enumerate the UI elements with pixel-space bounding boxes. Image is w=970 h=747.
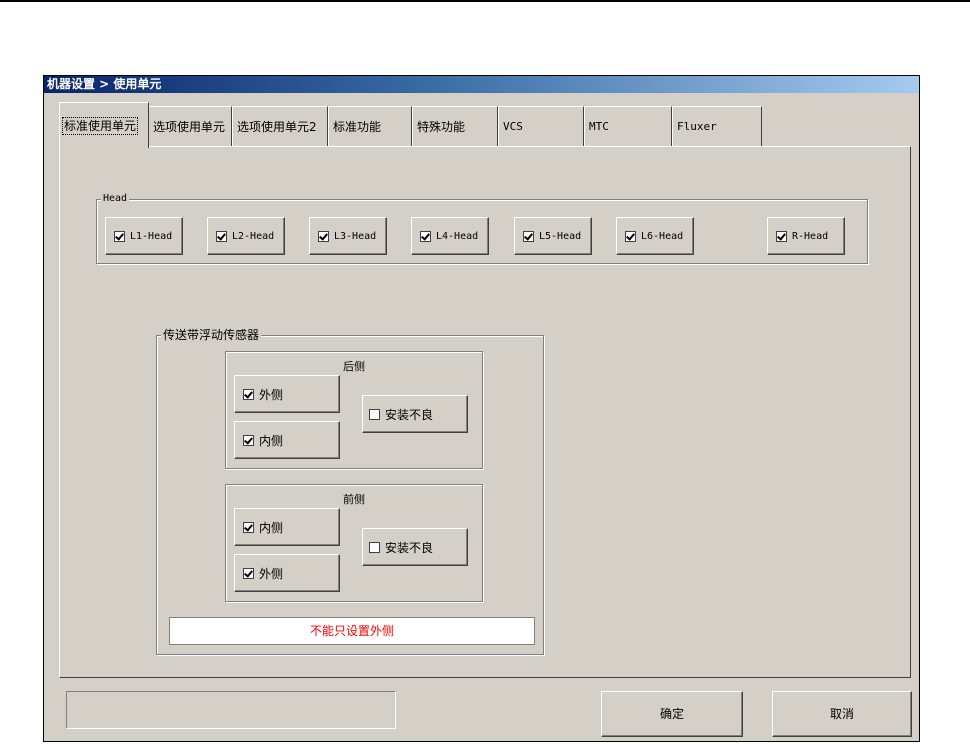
front-side-caption: 前侧 — [343, 493, 365, 506]
window-title: 机器设置 > 使用单元 — [44, 76, 919, 93]
checkbox-unchecked-icon — [369, 408, 380, 420]
checkbox-checked-icon — [420, 230, 431, 242]
tab-special-functions[interactable]: 特殊功能 — [412, 106, 498, 146]
conveyor-sensor-legend: 传送带浮动传感器 — [161, 328, 262, 342]
tab-standard-functions[interactable]: 标准功能 — [328, 106, 412, 146]
checkbox-checked-icon — [243, 434, 254, 446]
l5-head-label: L5-Head — [539, 230, 582, 242]
r-head-label: R-Head — [792, 230, 829, 242]
rear-install-bad-toggle[interactable]: 安装不良 — [362, 395, 468, 433]
front-side-group: 前侧 内侧 外侧 安装不良 — [225, 484, 483, 602]
checkbox-checked-icon — [243, 521, 254, 533]
checkbox-checked-icon — [776, 230, 787, 242]
front-outer-label: 外侧 — [259, 566, 284, 581]
rear-side-caption: 后侧 — [343, 360, 365, 373]
rear-inner-toggle[interactable]: 内侧 — [234, 421, 340, 459]
rear-install-bad-label: 安装不良 — [385, 407, 434, 422]
rear-side-group: 后侧 外侧 内侧 安装不良 — [225, 351, 483, 469]
checkbox-checked-icon — [243, 388, 254, 400]
rear-outer-toggle[interactable]: 外侧 — [234, 375, 340, 413]
front-inner-label: 内侧 — [259, 520, 284, 535]
l4-head-toggle[interactable]: L4-Head — [411, 217, 489, 255]
l4-head-label: L4-Head — [436, 230, 479, 242]
l2-head-label: L2-Head — [232, 230, 275, 242]
checkbox-checked-icon — [625, 230, 636, 242]
tab-vcs[interactable]: VCS — [498, 106, 584, 146]
l1-head-label: L1-Head — [130, 230, 173, 242]
l6-head-label: L6-Head — [641, 230, 684, 242]
rear-inner-label: 内侧 — [259, 433, 284, 448]
conveyor-sensor-group: 传送带浮动传感器 后侧 外侧 内侧 安装不良 前侧 内侧 外侧 安装不良 不能只… — [156, 328, 544, 655]
machine-settings-window: 机器设置 > 使用单元 标准使用单元 选项使用单元 选项使用单元2 标准功能 特… — [43, 75, 920, 742]
checkbox-checked-icon — [523, 230, 534, 242]
tab-fluxer[interactable]: Fluxer — [672, 106, 762, 146]
l3-head-toggle[interactable]: L3-Head — [309, 217, 387, 255]
ok-button[interactable]: 确定 — [601, 691, 743, 737]
l6-head-toggle[interactable]: L6-Head — [616, 217, 694, 255]
checkbox-checked-icon — [318, 230, 329, 242]
front-install-bad-toggle[interactable]: 安装不良 — [362, 528, 468, 566]
l2-head-toggle[interactable]: L2-Head — [207, 217, 285, 255]
tab-option-units[interactable]: 选项使用单元 — [148, 106, 232, 146]
checkbox-unchecked-icon — [369, 541, 380, 553]
front-outer-toggle[interactable]: 外侧 — [234, 554, 340, 592]
tab-standard-units[interactable]: 标准使用单元 — [59, 102, 149, 148]
status-box — [66, 691, 396, 729]
rear-outer-label: 外侧 — [259, 387, 284, 402]
top-border-line — [0, 0, 970, 2]
checkbox-checked-icon — [216, 230, 227, 242]
head-group-legend: Head — [101, 192, 130, 206]
l1-head-toggle[interactable]: L1-Head — [105, 217, 183, 255]
head-group: Head L1-Head L2-Head L3-Head L4-Head L5-… — [96, 192, 868, 264]
front-inner-toggle[interactable]: 内侧 — [234, 508, 340, 546]
tab-mtc[interactable]: MTC — [584, 106, 672, 146]
warning-message: 不能只设置外侧 — [169, 617, 535, 645]
l3-head-label: L3-Head — [334, 230, 377, 242]
tab-option-units-2[interactable]: 选项使用单元2 — [232, 106, 328, 146]
cancel-button[interactable]: 取消 — [772, 691, 912, 737]
r-head-toggle[interactable]: R-Head — [767, 217, 845, 255]
tab-panel: Head L1-Head L2-Head L3-Head L4-Head L5-… — [59, 146, 911, 678]
checkbox-checked-icon — [114, 230, 125, 242]
checkbox-checked-icon — [243, 567, 254, 579]
l5-head-toggle[interactable]: L5-Head — [514, 217, 592, 255]
front-install-bad-label: 安装不良 — [385, 540, 434, 555]
